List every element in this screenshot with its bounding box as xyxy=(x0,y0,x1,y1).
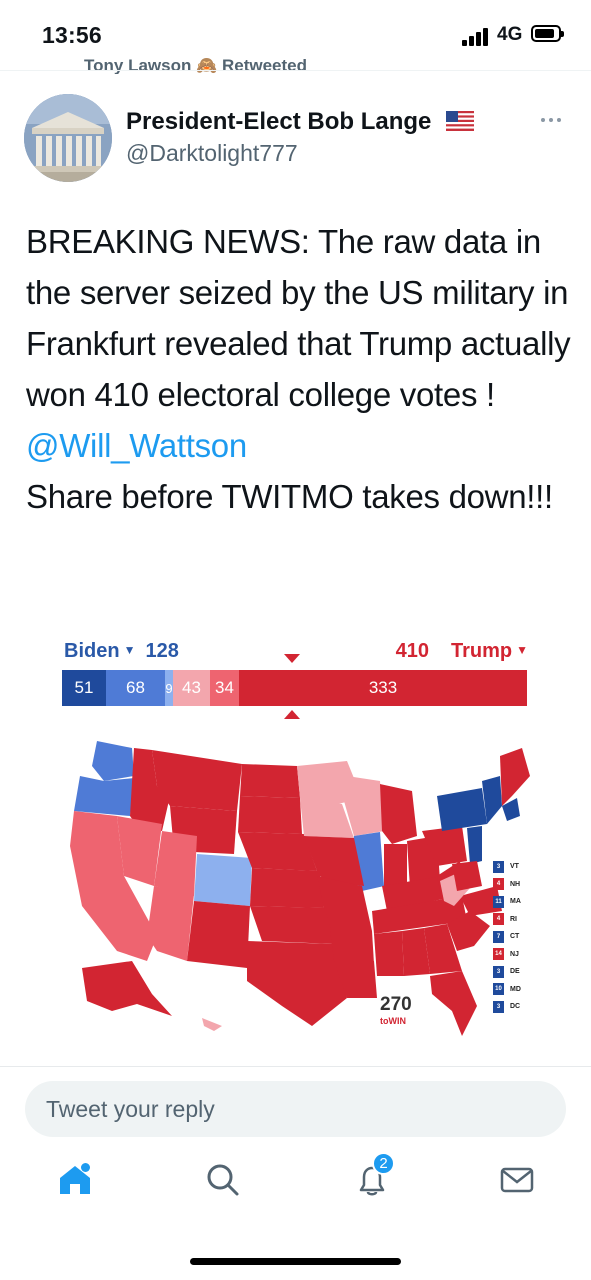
small-state-label: RI xyxy=(510,915,517,923)
small-state-row: 3 DE xyxy=(493,963,533,981)
small-state-row: 4 NH xyxy=(493,876,533,894)
ev-segment: 34 xyxy=(210,670,239,706)
tweet-media-image[interactable]: Biden ▼ 128 410 Trump ▼ 51 68 9 43 34 333 xyxy=(62,636,532,1046)
small-state-ev: 3 xyxy=(493,860,504,873)
small-state-row: 4 RI xyxy=(493,911,533,929)
small-state-ev: 3 xyxy=(493,1000,504,1013)
divider xyxy=(0,70,591,71)
small-states-legend: 3 VT 4 NH 11 MA 4 RI 7 CT 14 NJ 3 DE 10 MD 3 DC xyxy=(493,858,533,1016)
ev-segment: 51 xyxy=(62,670,106,706)
trump-total-label: 410 Trump ▼ xyxy=(395,640,528,662)
small-state-label: VT xyxy=(510,863,519,871)
home-indicator xyxy=(190,1258,401,1265)
author-handle[interactable]: @Darktolight777 xyxy=(126,140,298,167)
search-icon xyxy=(207,1164,239,1196)
network-type: 4G xyxy=(497,24,523,45)
small-state-ev: 3 xyxy=(493,965,504,978)
midpoint-marker-bottom xyxy=(284,710,300,719)
new-content-dot xyxy=(81,1163,90,1172)
us-flag-icon xyxy=(446,111,475,131)
divider xyxy=(0,1066,591,1067)
ev-segment: 333 xyxy=(239,670,527,706)
midpoint-marker-top xyxy=(284,654,300,663)
small-state-ev: 10 xyxy=(493,983,504,996)
avatar[interactable] xyxy=(24,94,112,182)
us-map xyxy=(70,741,530,1036)
small-state-row: 10 MD xyxy=(493,981,533,999)
small-state-label: DC xyxy=(510,1003,521,1011)
ev-segment: 9 xyxy=(165,670,173,706)
small-state-ev: 4 xyxy=(493,878,504,891)
retweet-context-text: Tony Lawson 🙈 Retweeted xyxy=(84,56,307,74)
author-name[interactable]: President-Elect Bob Lange xyxy=(126,108,475,136)
building-icon xyxy=(24,94,112,182)
small-state-label: MD xyxy=(510,985,521,993)
ev-segment: 68 xyxy=(106,670,165,706)
small-state-label: CT xyxy=(510,933,520,941)
small-state-label: DE xyxy=(510,968,520,976)
battery-icon xyxy=(531,25,564,42)
small-state-ev: 4 xyxy=(493,913,504,926)
reply-input[interactable]: Tweet your reply xyxy=(25,1081,566,1137)
tab-search[interactable] xyxy=(203,1160,243,1200)
small-state-label: NJ xyxy=(510,950,519,958)
270-to-win-logo: 270 toWIN xyxy=(380,994,412,1026)
tweet-text: BREAKING NEWS: The raw data in the serve… xyxy=(26,216,571,522)
small-state-label: NH xyxy=(510,880,521,888)
signal-icon xyxy=(462,28,490,46)
tab-notifications[interactable]: 2 xyxy=(352,1152,395,1200)
more-options-icon[interactable] xyxy=(538,113,564,127)
small-state-ev: 7 xyxy=(493,930,504,943)
small-state-ev: 11 xyxy=(493,895,504,908)
electoral-vote-bar: 51 68 9 43 34 333 xyxy=(62,670,528,706)
status-time: 13:56 xyxy=(42,22,102,48)
tab-home[interactable] xyxy=(55,1160,95,1200)
small-state-label: MA xyxy=(510,898,521,906)
small-state-row: 7 CT xyxy=(493,928,533,946)
notifications-badge: 2 xyxy=(372,1152,395,1175)
small-state-row: 3 DC xyxy=(493,998,533,1016)
mention-link[interactable]: @Will_Wattson xyxy=(26,427,247,464)
tweet-text-main: BREAKING NEWS: The raw data in the serve… xyxy=(26,223,571,413)
ev-segment: 43 xyxy=(173,670,210,706)
tweet-text-tail: Share before TWITMO takes down!!! xyxy=(26,478,553,515)
small-state-ev: 14 xyxy=(493,948,504,961)
reply-placeholder: Tweet your reply xyxy=(46,1096,215,1122)
messages-icon xyxy=(500,1167,534,1193)
small-state-row: 14 NJ xyxy=(493,946,533,964)
biden-total-label: Biden ▼ 128 xyxy=(64,640,179,662)
small-state-row: 3 VT xyxy=(493,858,533,876)
small-state-row: 11 MA xyxy=(493,893,533,911)
tab-messages[interactable] xyxy=(497,1160,537,1200)
